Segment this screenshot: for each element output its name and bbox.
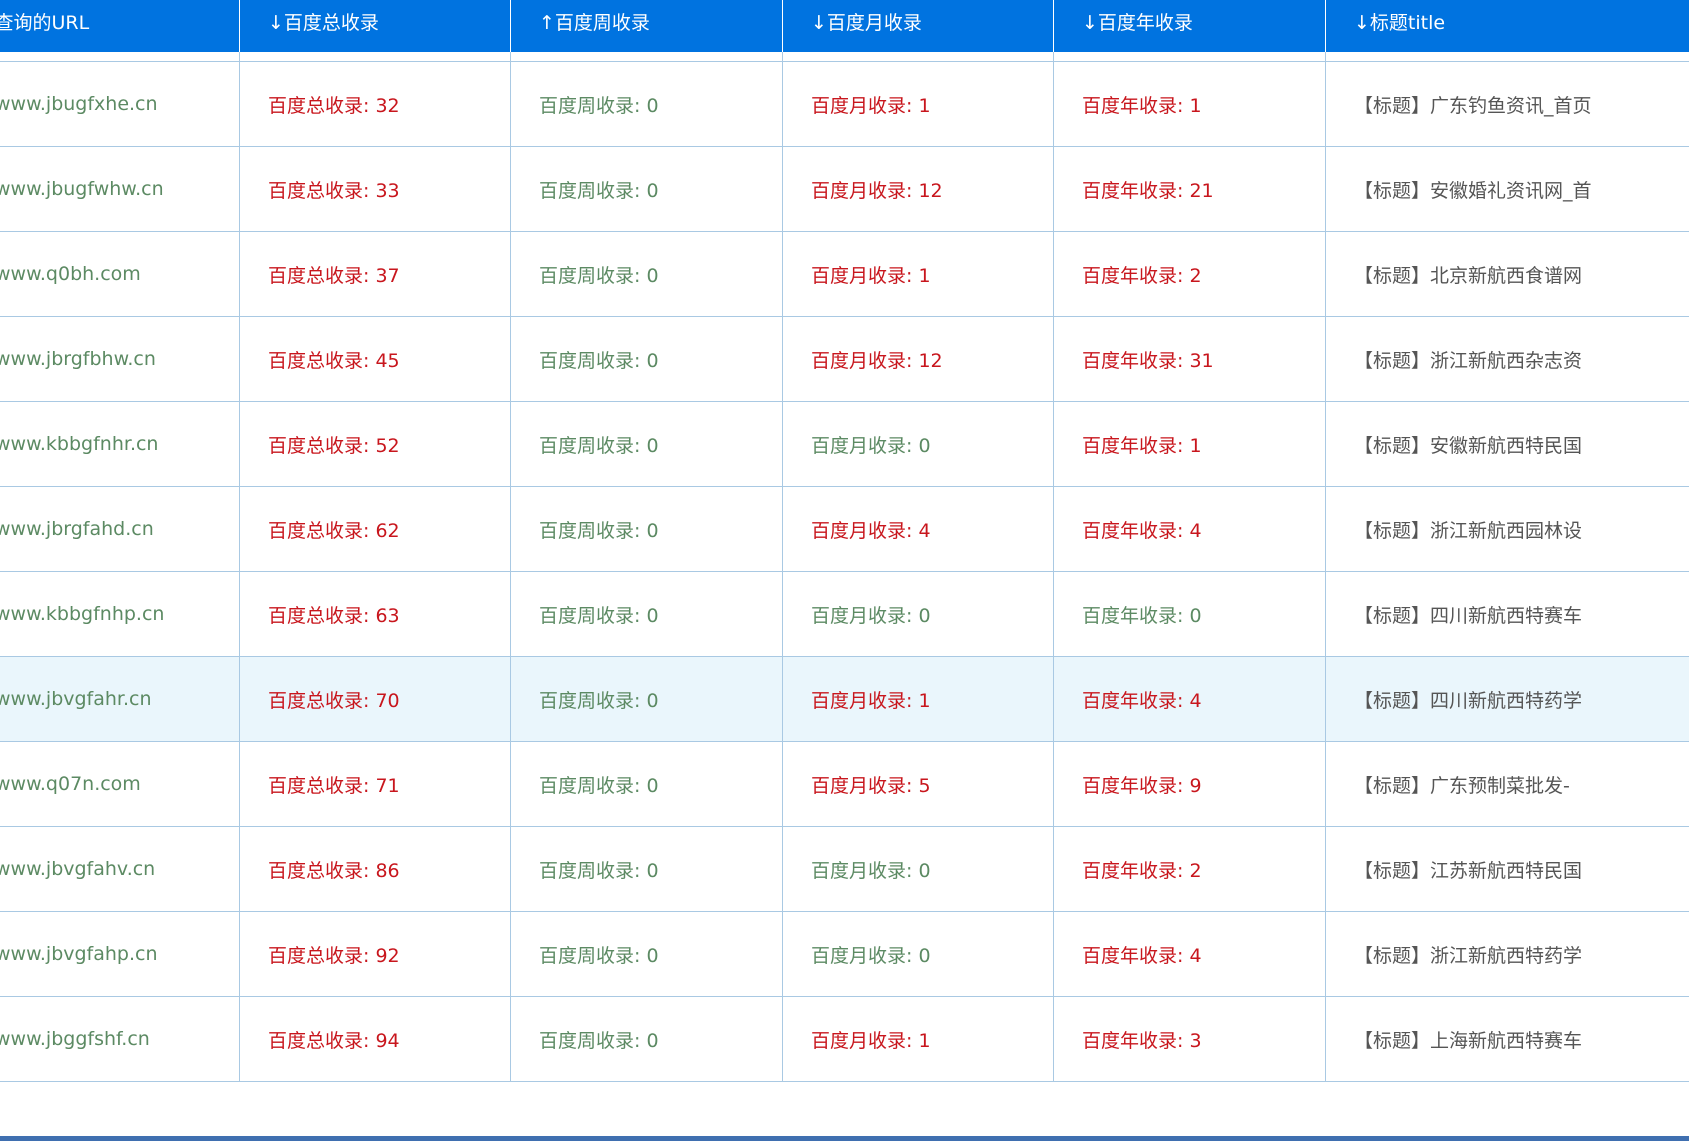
total-index-cell: 百度总收录: 94 <box>239 996 511 1082</box>
title-cell: 【标题】浙江新航西特药学 <box>1325 911 1689 997</box>
header-week-index[interactable]: ↑百度周收录 <box>510 0 783 52</box>
baidu-index-table: 查询的URL ↓百度总收录 ↑百度周收录 ↓百度月收录 ↓百度年收录 ↓标题ti… <box>0 0 1689 1082</box>
week-index-cell: 百度周收录: 0 <box>510 486 783 572</box>
year-index-cell: 百度年收录: 31 <box>1053 316 1326 402</box>
header-title[interactable]: ↓标题title <box>1325 0 1689 52</box>
table-row: www.jbugfxhe.cn 百度总收录: 32 百度周收录: 0 百度月收录: 1… <box>0 61 1689 147</box>
header-year-index[interactable]: ↓百度年收录 <box>1053 0 1326 52</box>
title-cell: 【标题】浙江新航西杂志资 <box>1325 316 1689 402</box>
total-index-cell: 百度总收录: 52 <box>239 401 511 487</box>
url-cell[interactable]: www.kbbgfnhr.cn <box>0 401 240 487</box>
table-row: www.jbvgfahp.cn 百度总收录: 92 百度周收录: 0 百度月收录: 0… <box>0 911 1689 997</box>
title-cell: 【标题】四川新航西特赛车 <box>1325 571 1689 657</box>
month-index-cell: 百度月收录: 1 <box>782 996 1054 1082</box>
table-row: www.jbrgfahd.cn 百度总收录: 62 百度周收录: 0 百度月收录: 4… <box>0 486 1689 572</box>
month-index-cell: 百度月收录: 1 <box>782 231 1054 317</box>
total-index-cell: 百度总收录: 92 <box>239 911 511 997</box>
week-index-cell: 百度周收录: 0 <box>510 231 783 317</box>
year-index-cell: 百度年收录: 1 <box>1053 61 1326 147</box>
url-cell[interactable]: www.q07n.com <box>0 741 240 827</box>
url-cell[interactable]: www.jbrgfbhw.cn <box>0 316 240 402</box>
week-index-cell: 百度周收录: 0 <box>510 911 783 997</box>
month-index-cell: 百度月收录: 12 <box>782 146 1054 232</box>
title-cell: 【标题】四川新航西特药学 <box>1325 656 1689 742</box>
year-index-cell: 百度年收录: 4 <box>1053 911 1326 997</box>
table-header: 查询的URL ↓百度总收录 ↑百度周收录 ↓百度月收录 ↓百度年收录 ↓标题ti… <box>0 0 1689 52</box>
week-index-cell: 百度周收录: 0 <box>510 316 783 402</box>
title-cell: 【标题】上海新航西特赛车 <box>1325 996 1689 1082</box>
results-viewport: 查询的URL ↓百度总收录 ↑百度周收录 ↓百度月收录 ↓百度年收录 ↓标题ti… <box>0 0 1689 1141</box>
url-cell[interactable]: www.jbugfxhe.cn <box>0 61 240 147</box>
year-index-cell: 百度年收录: 2 <box>1053 826 1326 912</box>
title-cell: 【标题】北京新航西食谱网 <box>1325 231 1689 317</box>
week-index-cell: 百度周收录: 0 <box>510 996 783 1082</box>
year-index-cell: 百度年收录: 4 <box>1053 656 1326 742</box>
header-url[interactable]: 查询的URL <box>0 0 240 52</box>
url-cell[interactable]: www.jbrgfahd.cn <box>0 486 240 572</box>
total-index-cell: 百度总收录: 45 <box>239 316 511 402</box>
total-index-cell: 百度总收录: 33 <box>239 146 511 232</box>
horizontal-scrollbar[interactable] <box>0 1136 1689 1141</box>
total-index-cell: 百度总收录: 63 <box>239 571 511 657</box>
total-index-cell: 百度总收录: 70 <box>239 656 511 742</box>
url-cell[interactable]: www.jbggfshf.cn <box>0 996 240 1082</box>
table-row: www.jbvgfahr.cn 百度总收录: 70 百度周收录: 0 百度月收录: 1… <box>0 656 1689 742</box>
week-index-cell: 百度周收录: 0 <box>510 656 783 742</box>
url-cell[interactable]: www.jbvgfahp.cn <box>0 911 240 997</box>
year-index-cell: 百度年收录: 2 <box>1053 231 1326 317</box>
week-index-cell: 百度周收录: 0 <box>510 741 783 827</box>
header-spacer-row <box>0 52 1689 62</box>
total-index-cell: 百度总收录: 71 <box>239 741 511 827</box>
month-index-cell: 百度月收录: 1 <box>782 656 1054 742</box>
table-row: www.jbvgfahv.cn 百度总收录: 86 百度周收录: 0 百度月收录: 0… <box>0 826 1689 912</box>
week-index-cell: 百度周收录: 0 <box>510 571 783 657</box>
table-row: www.jbugfwhw.cn 百度总收录: 33 百度周收录: 0 百度月收录: 1… <box>0 146 1689 232</box>
month-index-cell: 百度月收录: 0 <box>782 401 1054 487</box>
title-cell: 【标题】广东钓鱼资讯_首页 <box>1325 61 1689 147</box>
url-cell[interactable]: www.jbvgfahv.cn <box>0 826 240 912</box>
month-index-cell: 百度月收录: 12 <box>782 316 1054 402</box>
title-cell: 【标题】江苏新航西特民国 <box>1325 826 1689 912</box>
week-index-cell: 百度周收录: 0 <box>510 61 783 147</box>
table-row: www.jbggfshf.cn 百度总收录: 94 百度周收录: 0 百度月收录: 1… <box>0 996 1689 1082</box>
year-index-cell: 百度年收录: 4 <box>1053 486 1326 572</box>
table-row: www.q0bh.com 百度总收录: 37 百度周收录: 0 百度月收录: 1 百度年… <box>0 231 1689 317</box>
year-index-cell: 百度年收录: 0 <box>1053 571 1326 657</box>
month-index-cell: 百度月收录: 0 <box>782 826 1054 912</box>
title-cell: 【标题】安徽新航西特民国 <box>1325 401 1689 487</box>
header-month-index[interactable]: ↓百度月收录 <box>782 0 1054 52</box>
week-index-cell: 百度周收录: 0 <box>510 401 783 487</box>
title-cell: 【标题】安徽婚礼资讯网_首 <box>1325 146 1689 232</box>
table-row: www.kbbgfnhp.cn 百度总收录: 63 百度周收录: 0 百度月收录: 0… <box>0 571 1689 657</box>
url-cell[interactable]: www.q0bh.com <box>0 231 240 317</box>
table-row: www.jbrgfbhw.cn 百度总收录: 45 百度周收录: 0 百度月收录: 1… <box>0 316 1689 402</box>
year-index-cell: 百度年收录: 9 <box>1053 741 1326 827</box>
total-index-cell: 百度总收录: 32 <box>239 61 511 147</box>
table-row: www.q07n.com 百度总收录: 71 百度周收录: 0 百度月收录: 5 百度年… <box>0 741 1689 827</box>
week-index-cell: 百度周收录: 0 <box>510 826 783 912</box>
url-cell[interactable]: www.jbvgfahr.cn <box>0 656 240 742</box>
month-index-cell: 百度月收录: 4 <box>782 486 1054 572</box>
year-index-cell: 百度年收录: 21 <box>1053 146 1326 232</box>
url-cell[interactable]: www.kbbgfnhp.cn <box>0 571 240 657</box>
month-index-cell: 百度月收录: 0 <box>782 911 1054 997</box>
title-cell: 【标题】广东预制菜批发- <box>1325 741 1689 827</box>
url-cell[interactable]: www.jbugfwhw.cn <box>0 146 240 232</box>
month-index-cell: 百度月收录: 5 <box>782 741 1054 827</box>
total-index-cell: 百度总收录: 86 <box>239 826 511 912</box>
total-index-cell: 百度总收录: 37 <box>239 231 511 317</box>
month-index-cell: 百度月收录: 0 <box>782 571 1054 657</box>
week-index-cell: 百度周收录: 0 <box>510 146 783 232</box>
title-cell: 【标题】浙江新航西园林设 <box>1325 486 1689 572</box>
year-index-cell: 百度年收录: 3 <box>1053 996 1326 1082</box>
total-index-cell: 百度总收录: 62 <box>239 486 511 572</box>
month-index-cell: 百度月收录: 1 <box>782 61 1054 147</box>
header-total-index[interactable]: ↓百度总收录 <box>239 0 511 52</box>
year-index-cell: 百度年收录: 1 <box>1053 401 1326 487</box>
table-row: www.kbbgfnhr.cn 百度总收录: 52 百度周收录: 0 百度月收录: 0… <box>0 401 1689 487</box>
